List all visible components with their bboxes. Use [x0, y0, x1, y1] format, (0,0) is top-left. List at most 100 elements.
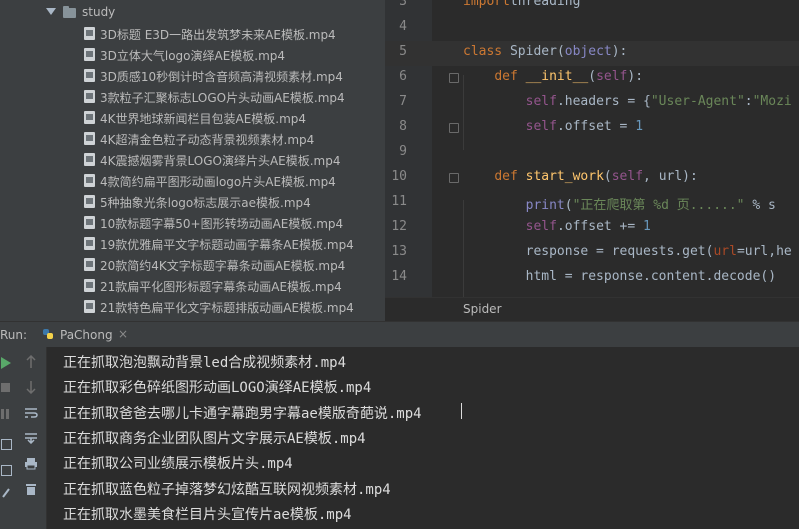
code-line[interactable]: 5 class Spider(object):: [385, 41, 799, 66]
line-number: 10: [391, 169, 407, 184]
arrow-up-icon[interactable]: [26, 355, 36, 369]
console-line: 正在抓取爸爸去哪儿卡通字幕跑男字幕ae模版奇葩说.mp4: [63, 405, 422, 422]
code-editor[interactable]: 3 importthreading 4 5 class Spider(object): 6…: [385, 0, 799, 297]
code-token: class: [463, 44, 510, 59]
console-line: 正在抓取彩色碎纸图形动画LOGO演绎AE模板.mp4: [63, 380, 372, 397]
console-line: 正在抓取蓝色粒子掉落梦幻炫酷互联网视频素材.mp4: [63, 481, 391, 498]
tree-file[interactable]: 3款粒子汇聚标志LOGO片头动画AE模板.mp4: [0, 86, 385, 107]
code-line[interactable]: 4: [385, 16, 799, 41]
tree-file[interactable]: 20款简约4K文字标题字幕条动画AE模板.mp4: [0, 254, 385, 275]
code-token: 1: [635, 119, 644, 134]
stop-icon[interactable]: [1, 383, 10, 392]
code-token: print: [525, 198, 565, 213]
code-line[interactable]: 13 response = requests.get(url=url,he: [385, 241, 799, 266]
code-line[interactable]: 6 def __init__(self):: [385, 66, 799, 91]
code-token: self: [596, 69, 628, 84]
tree-file[interactable]: 3D标题 E3D一路出发筑梦未来AE模板.mp4: [0, 23, 385, 44]
tree-file-label: 20款简约4K文字标题字幕条动画AE模板.mp4: [100, 259, 346, 273]
settings-icon[interactable]: [1, 465, 12, 476]
line-number: 5: [399, 44, 407, 59]
breadcrumb[interactable]: Spider: [385, 297, 799, 322]
video-file-icon: [84, 279, 95, 292]
trash-icon[interactable]: [25, 482, 37, 496]
video-file-icon: [84, 69, 95, 82]
project-tree: study 3D标题 E3D一路出发筑梦未来AE模板.mp4 3D立体大气logo…: [0, 0, 385, 321]
code-line[interactable]: 10 def start_work(self, url):: [385, 166, 799, 191]
fold-marker-icon[interactable]: [449, 173, 459, 183]
code-token: (: [588, 69, 597, 84]
code-text: print("正在爬取第 %d 页......" % s: [463, 194, 776, 213]
run-panel-header: Run: PaChong ×: [0, 321, 799, 348]
tree-file[interactable]: 4K震撼烟雾背景LOGO演绎片头AE模板.mp4: [0, 149, 385, 170]
breadcrumb-class[interactable]: Spider: [463, 302, 502, 316]
tree-file[interactable]: 3D质感10秒倒计时含音频高清视频素材.mp4: [0, 65, 385, 86]
video-file-icon: [84, 132, 95, 145]
code-token: Spider: [509, 44, 557, 59]
code-token: (: [556, 44, 565, 59]
print-icon[interactable]: [24, 457, 38, 470]
fold-marker-icon[interactable]: [449, 73, 459, 83]
code-token: ):: [627, 69, 644, 84]
line-number: 11: [391, 194, 407, 209]
code-text: response = requests.get(url=url,he: [463, 244, 792, 259]
line-number: 7: [399, 94, 407, 109]
tree-file[interactable]: 21款特色扁平化文字标题排版动画AE模板.mp4: [0, 296, 385, 317]
line-number: 8: [399, 119, 407, 134]
console-output[interactable]: 正在抓取泡泡飘动背景led合成视频素材.mp4 正在抓取彩色碎纸图形动画LOGO演…: [47, 347, 799, 529]
code-line[interactable]: 3 importthreading: [385, 0, 799, 16]
line-number: 13: [391, 244, 407, 259]
code-line[interactable]: 14 html = response.content.decode(): [385, 266, 799, 291]
code-line[interactable]: 12 self.offset += 1: [385, 216, 799, 241]
code-line[interactable]: 11 print("正在爬取第 %d 页......" % s: [385, 191, 799, 216]
run-icon[interactable]: [1, 357, 11, 369]
tree-file-label: 10款标题字幕50+图形转场动画AE模板.mp4: [100, 217, 344, 231]
tree-folder-study[interactable]: study: [0, 2, 385, 23]
video-file-icon: [84, 90, 95, 103]
run-tab-pachong[interactable]: PaChong: [60, 328, 113, 342]
code-text: def __init__(self):: [463, 69, 643, 84]
tree-file[interactable]: 5种抽象光条logo标志展示ae模板.mp4: [0, 191, 385, 212]
tree-file[interactable]: 21款扁平化图形标题字幕条动画AE模板.mp4: [0, 275, 385, 296]
tree-file[interactable]: 10款标题字幕50+图形转场动画AE模板.mp4: [0, 212, 385, 233]
scroll-to-end-icon[interactable]: [24, 432, 38, 444]
layout-icon[interactable]: [1, 439, 12, 450]
tree-file[interactable]: 19款优雅扁平文字标题动画字幕条AE模板.mp4: [0, 233, 385, 254]
pin-icon[interactable]: [1, 487, 11, 499]
tree-file[interactable]: 4款简约扁平图形动画logo片头AE模板.mp4: [0, 170, 385, 191]
video-file-icon: [84, 174, 95, 187]
console-line: 正在抓取公司业绩展示模板片头.mp4: [63, 456, 293, 473]
tree-file-label: 4K震撼烟雾背景LOGO演绎片头AE模板.mp4: [100, 154, 341, 168]
soft-wrap-icon[interactable]: [24, 407, 38, 419]
tree-file-label: 3款粒子汇聚标志LOGO片头动画AE模板.mp4: [100, 91, 345, 105]
line-number: 3: [399, 0, 407, 9]
code-line[interactable]: 8 self.offset = 1: [385, 116, 799, 141]
code-text: html = response.content.decode(): [463, 269, 776, 284]
code-token: % s: [744, 198, 776, 213]
arrow-down-icon[interactable]: [26, 380, 36, 394]
code-token: start_work: [525, 169, 604, 184]
close-icon[interactable]: ×: [118, 327, 128, 341]
line-number: 14: [391, 269, 407, 284]
code-token: self: [525, 219, 557, 234]
code-token: .headers = {: [556, 94, 651, 109]
pause-icon[interactable]: [1, 409, 4, 419]
video-file-icon: [84, 153, 95, 166]
code-token: :: [744, 94, 753, 109]
tree-file[interactable]: 4K超清金色粒子动态背景视频素材.mp4: [0, 128, 385, 149]
code-line[interactable]: 9: [385, 141, 799, 166]
fold-marker-icon[interactable]: [449, 123, 459, 133]
code-line[interactable]: 7 self.headers = {"User-Agent":"Mozi: [385, 91, 799, 116]
code-text: class Spider(object):: [463, 44, 627, 59]
console-line: 正在抓取商务企业团队图片文字展示AE模板.mp4: [63, 430, 366, 447]
code-token: __init__: [525, 69, 589, 84]
expand-arrow-icon[interactable]: [46, 8, 56, 15]
code-token: =url,he: [736, 244, 792, 259]
tree-file[interactable]: 4K世界地球新闻栏目包装AE模板.mp4: [0, 107, 385, 128]
tree-file[interactable]: 3D立体大气logo演绎AE模板.mp4: [0, 44, 385, 65]
code-text: def start_work(self, url):: [463, 169, 698, 184]
code-token: "User-Agent": [650, 94, 745, 109]
